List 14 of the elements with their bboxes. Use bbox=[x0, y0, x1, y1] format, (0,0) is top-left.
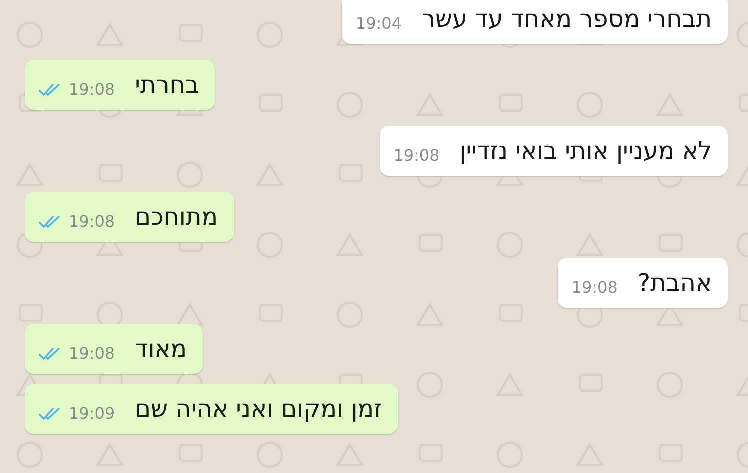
message-time: 19:08 bbox=[572, 278, 618, 297]
message-text: מתוחכם bbox=[135, 202, 218, 232]
message-time: 19:09 bbox=[69, 404, 116, 423]
message-time: 19:04 bbox=[356, 14, 402, 33]
message-text: תבחרי מספר מאחד עד עשר bbox=[422, 4, 712, 34]
message-time: 19:08 bbox=[69, 344, 116, 363]
message-time: 19:08 bbox=[394, 146, 440, 165]
message-time: 19:08 bbox=[69, 212, 116, 231]
message-text: זמן ומקום ואני אהיה שם bbox=[135, 394, 382, 424]
message-text: בחרתי bbox=[135, 70, 200, 100]
message-text: לא מעניין אותי בואי נזדיין bbox=[460, 136, 712, 166]
message-text: מאוד bbox=[135, 334, 188, 364]
message-time: 19:08 bbox=[69, 80, 116, 99]
message-text: אהבת? bbox=[638, 268, 712, 298]
